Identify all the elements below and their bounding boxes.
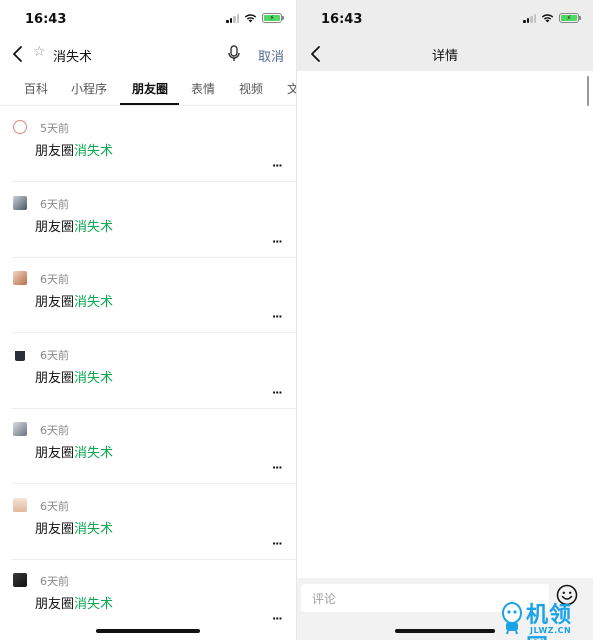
post-text-prefix: 朋友圈: [35, 522, 75, 537]
avatar[interactable]: [15, 347, 25, 361]
status-bar: 16:43 ⚡: [297, 0, 593, 38]
status-icons: ⚡: [523, 13, 581, 23]
status-bar: 16:43 ⚡: [0, 0, 296, 38]
watermark-logo: 机领网 JLWZ.CN: [500, 595, 592, 640]
page-title: 详情: [431, 49, 458, 64]
more-options-button[interactable]: ···: [272, 612, 283, 625]
avatar[interactable]: [13, 573, 27, 587]
post-text: 朋友圈消失术: [35, 442, 113, 461]
battery-charging-icon: ⚡: [262, 13, 284, 23]
post-age: 6天前: [40, 575, 69, 588]
category-tabs: 百科 小程序 朋友圈 表情 视频 文: [0, 72, 296, 106]
post-text: 朋友圈消失术: [35, 518, 113, 537]
list-item[interactable]: 6天前 朋友圈消失术 ···: [0, 485, 296, 560]
tab-articles[interactable]: 文: [287, 80, 296, 97]
list-item[interactable]: 6天前 朋友圈消失术 ···: [0, 258, 296, 333]
scrollbar[interactable]: [587, 76, 589, 106]
more-options-button[interactable]: ···: [272, 537, 283, 550]
battery-charging-icon: ⚡: [559, 13, 581, 23]
more-options-button[interactable]: ···: [272, 386, 283, 399]
star-icon: ☆: [33, 44, 46, 60]
back-chevron-icon[interactable]: [10, 44, 26, 64]
post-text-prefix: 朋友圈: [35, 446, 75, 461]
wifi-icon: [541, 14, 554, 23]
active-tab-indicator: [120, 103, 179, 105]
tab-stickers[interactable]: 表情: [191, 80, 215, 97]
divider: [12, 181, 296, 182]
post-age: 6天前: [40, 198, 69, 211]
signal-icon: [523, 13, 536, 23]
avatar[interactable]: [13, 271, 27, 285]
list-item[interactable]: 6天前 朋友圈消失术 ···: [0, 334, 296, 409]
tab-moments[interactable]: 朋友圈: [132, 80, 168, 97]
post-age: 6天前: [40, 424, 69, 437]
more-options-button[interactable]: ···: [272, 159, 283, 172]
divider: [12, 483, 296, 484]
post-text: 朋友圈消失术: [35, 216, 113, 235]
tab-mini-program[interactable]: 小程序: [71, 80, 107, 97]
post-text-match: 消失术: [74, 446, 114, 461]
more-options-button[interactable]: ···: [272, 235, 283, 248]
avatar[interactable]: [13, 196, 27, 210]
cancel-button[interactable]: 取消: [258, 46, 284, 65]
home-indicator[interactable]: [96, 629, 200, 633]
list-item[interactable]: 6天前 朋友圈消失术 ···: [0, 560, 296, 635]
wifi-icon: [244, 14, 257, 23]
search-input[interactable]: 消失术: [53, 46, 92, 65]
tab-videos[interactable]: 视频: [239, 80, 263, 97]
avatar[interactable]: [13, 498, 27, 512]
status-time: 16:43: [321, 12, 363, 27]
list-item[interactable]: 6天前 朋友圈消失术 ···: [0, 409, 296, 484]
post-text-match: 消失术: [74, 371, 114, 386]
post-text-match: 消失术: [74, 597, 114, 612]
search-bar: ☆ 消失术 取消: [0, 38, 296, 70]
post-text-prefix: 朋友圈: [35, 371, 75, 386]
post-age: 5天前: [40, 122, 69, 135]
post-text-match: 消失术: [74, 295, 114, 310]
post-age: 6天前: [40, 349, 69, 362]
status-time: 16:43: [25, 12, 67, 27]
post-text-match: 消失术: [74, 220, 114, 235]
avatar[interactable]: [13, 120, 27, 134]
post-text-prefix: 朋友圈: [35, 597, 75, 612]
mascot-icon: [502, 602, 522, 635]
post-text: 朋友圈消失术: [35, 367, 113, 386]
post-age: 6天前: [40, 500, 69, 513]
home-indicator[interactable]: [395, 629, 495, 633]
tab-baike[interactable]: 百科: [24, 80, 48, 97]
list-item[interactable]: 5天前 朋友圈消失术 ···: [0, 107, 296, 182]
detail-header: 16:43 ⚡ 详情: [297, 0, 593, 71]
signal-icon: [226, 13, 239, 23]
post-text: 朋友圈消失术: [35, 593, 113, 612]
post-text-match: 消失术: [74, 144, 114, 159]
post-text-prefix: 朋友圈: [35, 295, 75, 310]
post-text: 朋友圈消失术: [35, 140, 113, 159]
more-options-button[interactable]: ···: [272, 310, 283, 323]
post-text-prefix: 朋友圈: [35, 144, 75, 159]
post-age: 6天前: [40, 273, 69, 286]
divider: [12, 332, 296, 333]
detail-pane: 16:43 ⚡ 详情 评论: [297, 0, 593, 640]
post-text-match: 消失术: [74, 522, 114, 537]
status-icons: ⚡: [226, 13, 284, 23]
search-results-pane: 16:43 ⚡ ☆ 消失术 取消 百科 小程序 朋友圈 表情 视频 5天前 朋友…: [0, 0, 296, 640]
watermark-url: JLWZ.CN: [530, 626, 572, 635]
comment-placeholder: 评论: [312, 592, 337, 606]
microphone-icon[interactable]: [227, 45, 241, 63]
list-item[interactable]: 6天前 朋友圈消失术 ···: [0, 183, 296, 258]
more-options-button[interactable]: ···: [272, 461, 283, 474]
post-text-prefix: 朋友圈: [35, 220, 75, 235]
avatar[interactable]: [13, 422, 27, 436]
post-text: 朋友圈消失术: [35, 291, 113, 310]
